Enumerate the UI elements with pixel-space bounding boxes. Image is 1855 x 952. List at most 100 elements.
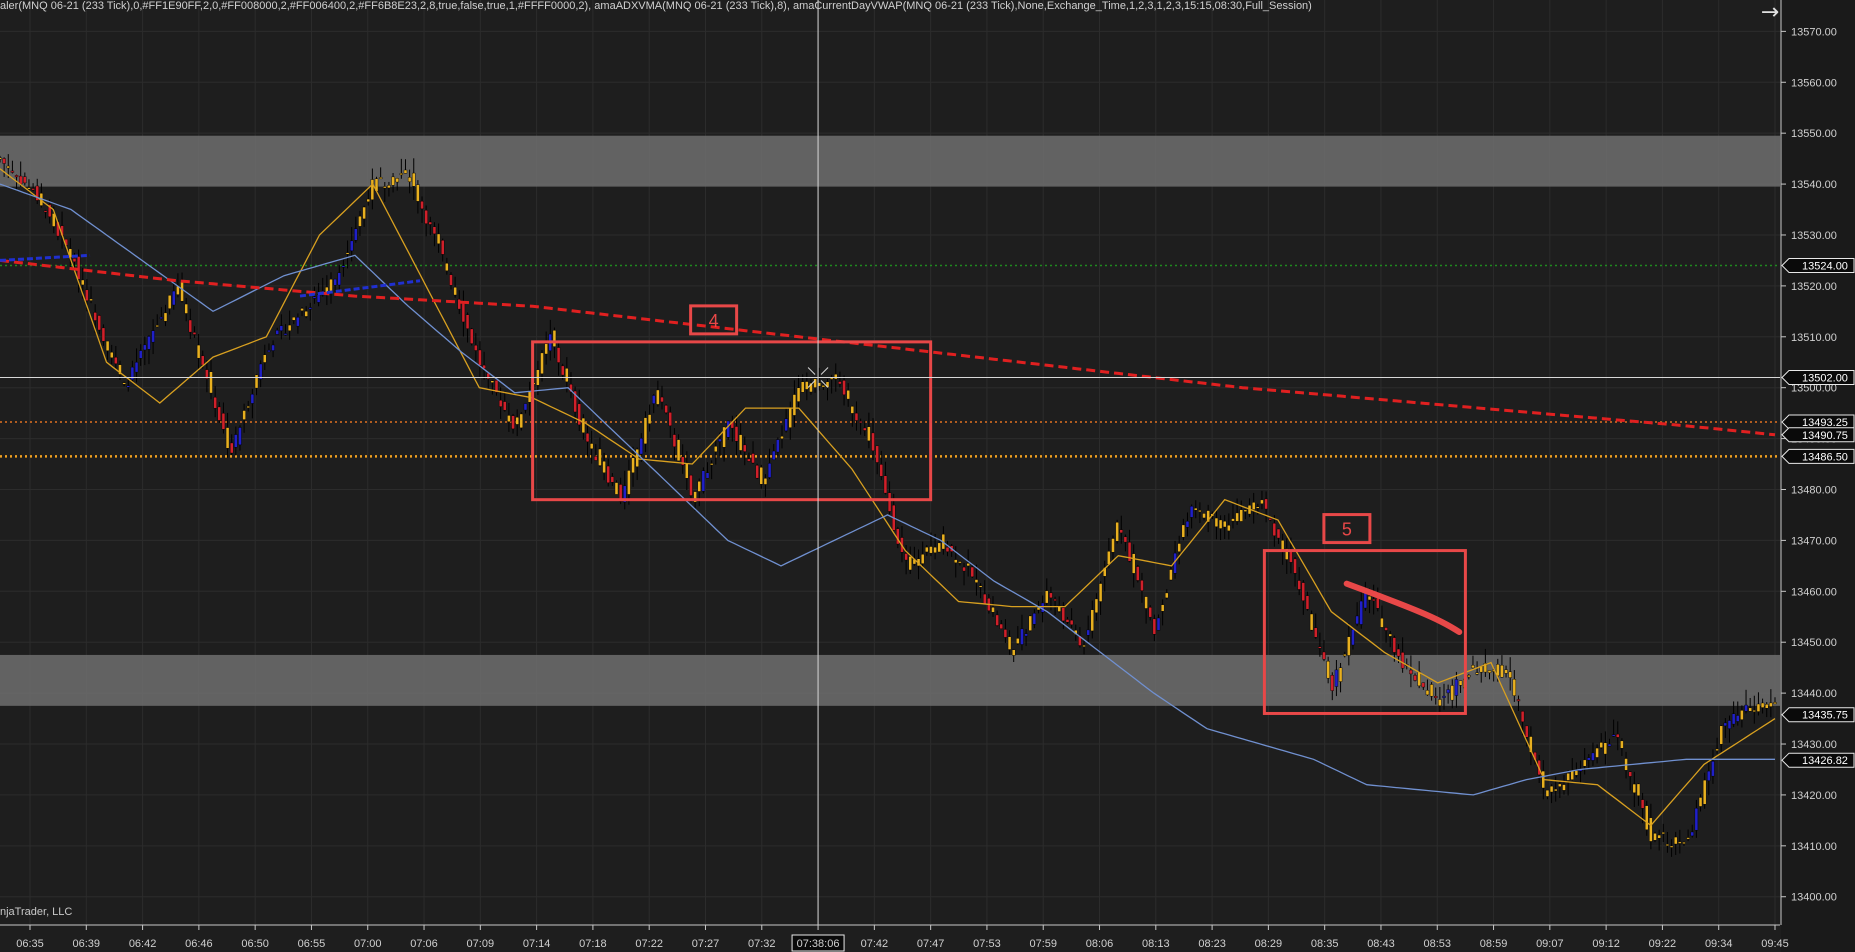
candle-body [1305, 595, 1310, 610]
candle-body [271, 344, 275, 351]
price-axis[interactable]: 13400.00 13410.00 13420.00 13430.00 13440.00… [1780, 0, 1855, 952]
candle-body [134, 362, 139, 373]
candle-body [507, 415, 511, 422]
candle-body [726, 420, 730, 438]
candle-body [1769, 702, 1773, 707]
candle-body [867, 426, 871, 442]
candle-body [1434, 696, 1438, 698]
price-tick-label: 13440.00 [1791, 688, 1837, 700]
candle-body [1446, 689, 1450, 694]
candle-body [1098, 583, 1103, 602]
candle-body [1189, 506, 1194, 518]
candle-body [1156, 617, 1161, 631]
candle-body [1773, 702, 1777, 705]
candle-body [1322, 651, 1326, 660]
candle-body [1223, 520, 1227, 528]
candle-body [275, 330, 279, 335]
candle-body [341, 265, 346, 268]
candle-body [1723, 722, 1728, 727]
candle-body [1260, 499, 1264, 504]
candle-body [1727, 720, 1732, 729]
candle-body [879, 464, 883, 477]
candle-body [1392, 637, 1397, 653]
candle-body [1487, 670, 1492, 673]
candle-body [110, 352, 114, 358]
candle-body [242, 410, 246, 420]
candle-body [1508, 671, 1512, 678]
candle-body [887, 492, 892, 512]
candle-body [304, 311, 308, 317]
candle-body [1115, 522, 1119, 542]
candle-body [660, 396, 664, 403]
time-tick-label: 07:18 [579, 938, 607, 950]
candle-body [478, 349, 482, 366]
candle-body [1595, 747, 1599, 758]
candle-body [1512, 679, 1517, 696]
candle-body [370, 179, 375, 200]
candle-body [403, 169, 408, 174]
candle-body [1562, 784, 1566, 791]
candle-body [1525, 725, 1529, 738]
candle-body [647, 414, 652, 424]
candle-body [1636, 783, 1641, 796]
candle-body [1148, 607, 1152, 618]
candle-body [1682, 841, 1686, 844]
candle-body [709, 463, 714, 466]
candle-body [875, 445, 879, 463]
candle-body [1599, 742, 1603, 748]
candle-body [929, 546, 933, 554]
price-tick-label: 13570.00 [1791, 26, 1837, 38]
candle-body [143, 344, 147, 351]
time-tick-label: 07:32 [748, 938, 776, 950]
price-marker-label: 13435.75 [1802, 710, 1848, 722]
time-tick-label: 07:42 [861, 938, 889, 950]
candle-body [656, 389, 660, 405]
candle-body [1665, 844, 1670, 846]
candle-body [1475, 672, 1479, 675]
candle-body [1587, 757, 1591, 761]
candle-body [267, 350, 271, 353]
candle-body [138, 350, 143, 359]
candle-body [258, 363, 263, 380]
candle-body [354, 228, 358, 241]
candle-body [540, 352, 544, 374]
candle-body [689, 474, 693, 496]
candle-body [581, 417, 586, 433]
candle-body [213, 396, 217, 409]
candle-body [1181, 524, 1186, 538]
candle-body [800, 381, 805, 393]
candle-body [1272, 522, 1277, 536]
candle-body [221, 413, 226, 430]
price-chart[interactable]: 4 5 13400.00 13410.00 13420.00 13430.00 13440… [0, 0, 1855, 952]
candle-body [763, 478, 768, 485]
candle-body [1765, 704, 1769, 709]
candle-body [805, 381, 809, 390]
candle-body [1620, 740, 1624, 749]
candle-body [676, 439, 681, 462]
time-axis[interactable]: 06:35 06:39 06:42 06:46 06:50 06:55 07:00 07:06… [0, 924, 1789, 952]
candle-body [1111, 538, 1115, 553]
time-tick-label: 07:00 [354, 938, 382, 950]
candle-body [585, 433, 590, 442]
candle-body [246, 406, 250, 408]
time-tick-label: 07:47 [917, 938, 945, 950]
arrow-right-icon[interactable]: → [1758, 0, 1782, 26]
candle-body [1558, 783, 1562, 787]
candle-body [933, 546, 937, 553]
candle-body [850, 406, 855, 414]
candle-body [838, 381, 842, 385]
price-tick-label: 13430.00 [1791, 739, 1837, 751]
time-tick-label: 06:42 [129, 938, 157, 950]
candle-body [1760, 702, 1765, 708]
time-tick-label: 08:59 [1480, 938, 1508, 950]
candle-body [329, 278, 333, 293]
candle-body [1314, 627, 1318, 638]
candle-body [184, 303, 188, 314]
price-tick-label: 13420.00 [1791, 790, 1837, 802]
candle-body [420, 201, 424, 210]
time-tick-label: 07:38:06 [797, 938, 840, 950]
price-tick-label: 13510.00 [1791, 332, 1837, 344]
annotation-label: 4 [709, 311, 719, 331]
candle-body [523, 403, 528, 411]
candle-body [834, 373, 838, 380]
